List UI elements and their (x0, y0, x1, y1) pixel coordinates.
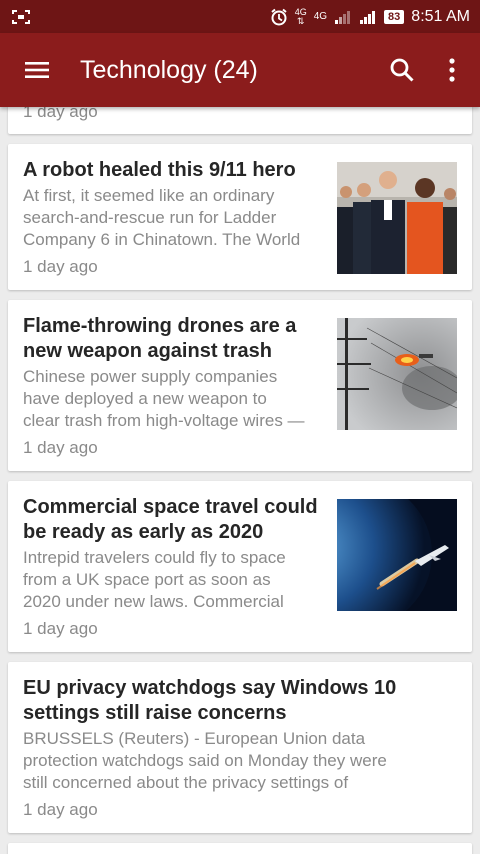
status-bar: 4G ⇅ 4G 83 8:51 AM (0, 0, 480, 33)
battery-icon: 83 (384, 9, 405, 24)
article-time: 1 day ago (23, 257, 98, 276)
article-time: 1 day ago (23, 619, 98, 638)
article-card[interactable]: Commercial space travel could be ready a… (8, 481, 472, 652)
article-time: 1 day ago (23, 438, 98, 457)
alarm-icon (271, 8, 287, 25)
article-thumbnail (337, 499, 457, 611)
article-summary: Chinese power supply companies have depl… (23, 367, 305, 430)
screenshot-icon (12, 9, 30, 24)
clock: 8:51 AM (411, 7, 470, 25)
menu-button[interactable] (0, 33, 74, 107)
page-title: Technology (24) (80, 55, 258, 84)
article-time: 1 day ago (23, 107, 98, 121)
article-headline: Flame-throwing drones are a new weapon a… (23, 315, 297, 362)
article-feed[interactable]: 1 day ago A robot healed this 9/11 hero … (0, 107, 480, 854)
network-type-label: 4G (313, 11, 328, 22)
article-card[interactable]: A robot healed this 9/11 hero At first, … (8, 144, 472, 290)
search-button[interactable] (374, 33, 430, 107)
article-card[interactable]: EU privacy watchdogs say Windows 10 sett… (8, 662, 472, 833)
article-card[interactable]: 1 day ago (8, 107, 472, 134)
article-summary: Intrepid travelers could fly to space fr… (23, 548, 286, 611)
article-headline: A robot healed this 9/11 hero (23, 159, 296, 181)
article-card[interactable] (8, 843, 472, 854)
signal-weak-icon (335, 10, 351, 24)
more-vert-icon (449, 58, 455, 82)
article-thumbnail (337, 162, 457, 274)
article-summary: BRUSSELS (Reuters) - European Union data… (23, 729, 387, 792)
article-time: 1 day ago (23, 800, 98, 819)
app-bar: Technology (24) (0, 33, 480, 107)
article-headline: Commercial space travel could be ready a… (23, 496, 318, 543)
signal-icon (360, 10, 376, 24)
search-icon (390, 58, 414, 82)
hamburger-icon (25, 62, 49, 78)
overflow-menu-button[interactable] (430, 33, 474, 107)
network-type-icon: 4G ⇅ (294, 6, 307, 26)
article-summary: At first, it seemed like an ordinary sea… (23, 186, 301, 249)
article-thumbnail (337, 318, 457, 430)
article-headline: EU privacy watchdogs say Windows 10 sett… (23, 677, 397, 724)
article-card[interactable]: Flame-throwing drones are a new weapon a… (8, 300, 472, 471)
